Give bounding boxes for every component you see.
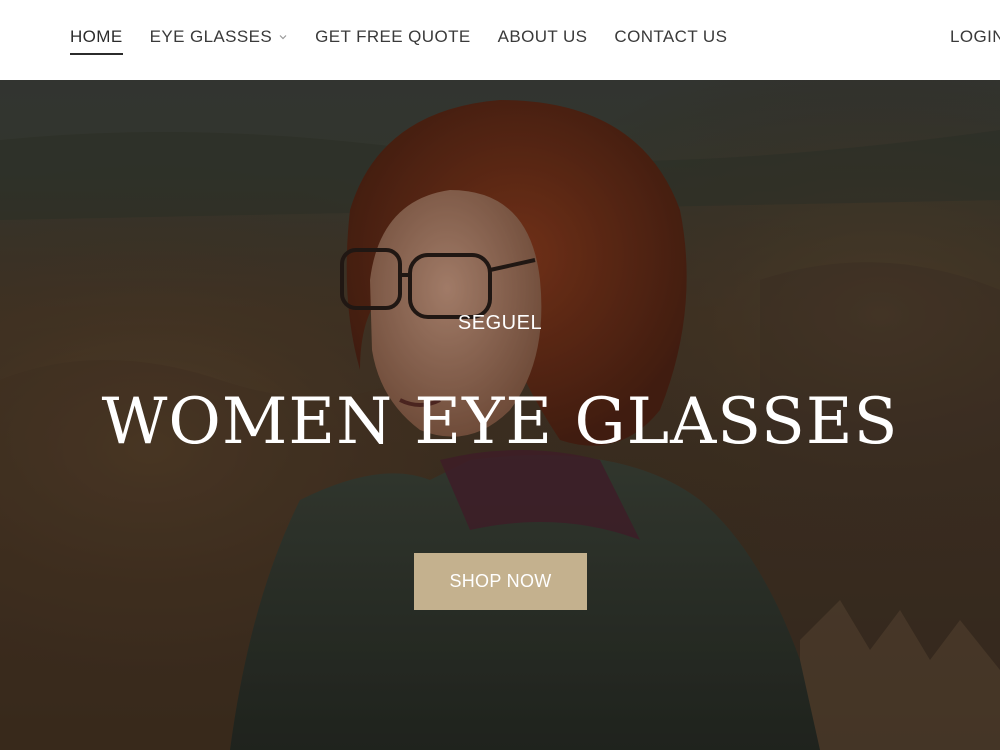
hero-banner: SEGUEL WOMEN EYE GLASSES SHOP NOW — [0, 80, 1000, 750]
shop-now-button[interactable]: SHOP NOW — [414, 553, 587, 610]
hero-headline: WOMEN EYE GLASSES — [101, 385, 899, 459]
nav-item-contact-us[interactable]: CONTACT US — [614, 27, 727, 55]
nav-item-label: GET FREE QUOTE — [315, 27, 471, 46]
nav-item-label: EYE GLASSES — [149, 27, 273, 46]
nav-item-about-us[interactable]: ABOUT US — [498, 27, 588, 55]
nav-item-eye-glasses[interactable]: EYE GLASSES — [150, 27, 289, 55]
nav-item-label: CONTACT US — [614, 27, 728, 46]
nav-item-get-free-quote[interactable]: GET FREE QUOTE — [315, 27, 470, 55]
main-nav: HOME EYE GLASSES GET FREE QUOTE ABOUT US… — [70, 27, 754, 55]
nav-item-home[interactable]: HOME — [70, 27, 123, 55]
chevron-down-icon — [279, 35, 287, 40]
nav-item-label: HOME — [70, 27, 123, 46]
nav-item-label: ABOUT US — [497, 27, 588, 46]
site-header: HOME EYE GLASSES GET FREE QUOTE ABOUT US… — [0, 0, 1000, 80]
hero-eyebrow: SEGUEL — [457, 312, 543, 334]
login-link[interactable]: LOGIN — [950, 27, 1000, 47]
